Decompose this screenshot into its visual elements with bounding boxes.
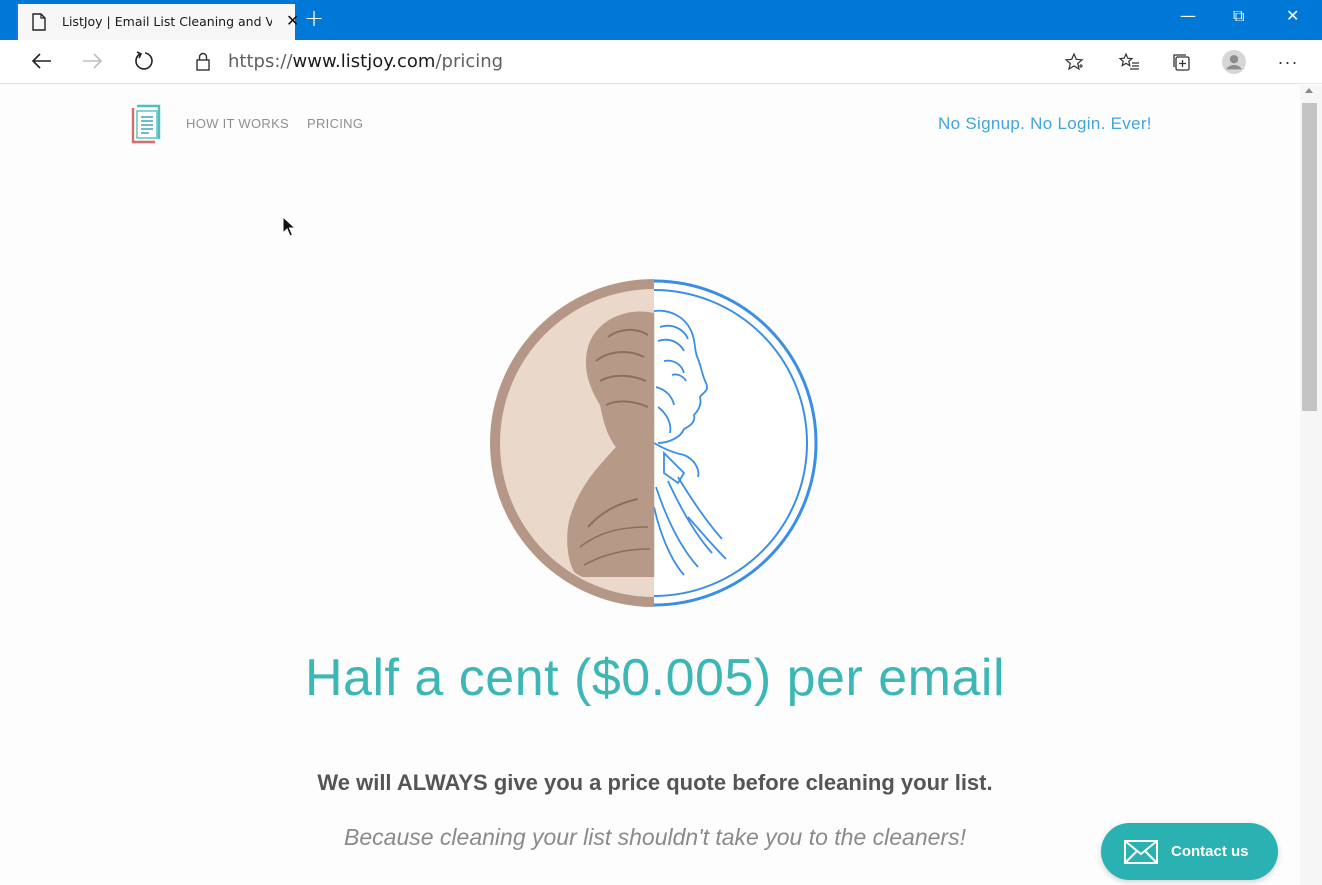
tagline: No Signup. No Login. Ever! (938, 114, 1152, 133)
mouse-cursor-icon (282, 216, 296, 237)
contact-us-label: Contact us (1171, 843, 1249, 860)
collections-icon[interactable] (1170, 50, 1194, 74)
new-tab-button[interactable]: + (304, 5, 324, 31)
back-icon[interactable] (28, 48, 54, 74)
nav-pricing-link[interactable]: PRICING (307, 116, 363, 131)
profile-avatar-icon[interactable] (1222, 50, 1246, 74)
penny-illustration-icon (490, 279, 818, 607)
browser-titlebar: ListJoy | Email List Cleaning and V ✕ + … (0, 0, 1322, 40)
tab-close-icon[interactable]: ✕ (286, 13, 299, 31)
tab-title: ListJoy | Email List Cleaning and V (62, 14, 272, 29)
envelope-icon (1124, 840, 1158, 864)
address-bar-url[interactable]: https://www.listjoy.com/pricing (228, 51, 503, 72)
browser-tab-active[interactable]: ListJoy | Email List Cleaning and V ✕ (16, 4, 299, 40)
listjoy-logo-icon[interactable] (128, 103, 164, 145)
contact-us-button[interactable]: Contact us (1101, 823, 1278, 880)
lock-icon[interactable] (190, 48, 216, 74)
restore-button[interactable]: ⧉ (1233, 6, 1244, 26)
nav-how-it-works-link[interactable]: HOW IT WORKS (186, 116, 289, 131)
close-window-button[interactable]: ✕ (1286, 6, 1299, 25)
scroll-up-arrow-icon[interactable] (1305, 88, 1313, 93)
more-menu-icon[interactable]: ··· (1276, 50, 1300, 74)
browser-toolbar: https://www.listjoy.com/pricing ··· (0, 40, 1322, 84)
url-host: www.listjoy.com (292, 51, 436, 72)
page-icon (32, 13, 46, 31)
price-quote-subhead: We will ALWAYS give you a price quote be… (317, 770, 993, 795)
scrollbar-thumb[interactable] (1302, 103, 1317, 411)
minimize-button[interactable]: — (1180, 6, 1196, 25)
refresh-icon[interactable] (132, 48, 158, 74)
url-path: /pricing (435, 51, 504, 72)
favorite-star-icon[interactable] (1062, 50, 1086, 74)
pricing-headline: Half a cent ($0.005) per email (304, 649, 1005, 707)
url-scheme: https:// (228, 51, 293, 72)
forward-icon[interactable] (80, 48, 106, 74)
favorites-list-icon[interactable] (1117, 50, 1141, 74)
